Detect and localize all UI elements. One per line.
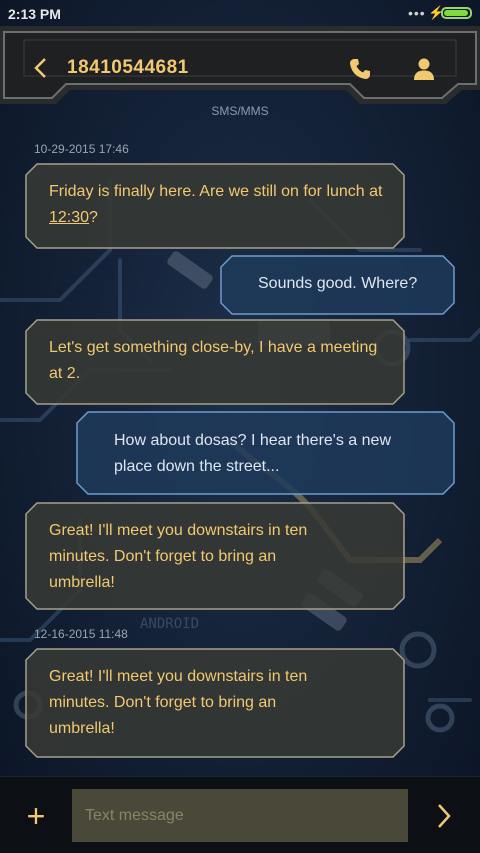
composer-bar: + [0, 776, 480, 853]
phone-icon[interactable] [346, 55, 374, 83]
person-icon[interactable] [410, 55, 438, 83]
message-text: Friday is finally here. Are we still on … [25, 163, 405, 231]
message-bubble-incoming[interactable]: Friday is finally here. Are we still on … [25, 163, 405, 249]
message-bubble-incoming[interactable]: Great! I'll meet you downstairs in ten m… [25, 502, 405, 610]
message-bubble-incoming[interactable]: Great! I'll meet you downstairs in ten m… [25, 648, 405, 758]
time-link[interactable]: 12:30 [49, 209, 89, 226]
message-bubble-incoming[interactable]: Let's get something close-by, I have a m… [25, 319, 405, 405]
battery-level [444, 10, 469, 16]
message-text-part: Friday is finally here. Are we still on … [49, 183, 383, 200]
status-time: 2:13 PM [8, 6, 61, 22]
message-bubble-outgoing[interactable]: Sounds good. Where? [220, 255, 455, 315]
message-text: Great! I'll meet you downstairs in ten m… [49, 522, 308, 591]
message-bubble-outgoing[interactable]: How about dosas? I hear there's a new pl… [76, 411, 455, 495]
message-text: Sounds good. Where? [258, 275, 418, 292]
chevron-right-icon[interactable] [428, 798, 460, 834]
channel-label: SMS/MMS [211, 104, 269, 118]
conversation-header: 18410544681 [0, 26, 480, 106]
battery-icon [441, 7, 472, 19]
signal-dots: ••• [408, 5, 426, 21]
message-text-part: ? [89, 209, 98, 226]
contact-title: 18410544681 [67, 57, 189, 78]
svg-text:ANDROID: ANDROID [140, 616, 199, 632]
message-text: Great! I'll meet you downstairs in ten m… [49, 668, 308, 737]
message-text: Let's get something close-by, I have a m… [49, 339, 378, 382]
conversation-screen: ANDROID 2:13 PM ••• ⚡ 18410544681 SMS/MM… [0, 0, 480, 853]
timestamp: 10-29-2015 17:46 [34, 142, 129, 156]
message-input[interactable] [72, 789, 408, 842]
chevron-left-icon[interactable] [26, 53, 56, 83]
timestamp: 12-16-2015 11:48 [34, 627, 128, 641]
plus-icon[interactable]: + [18, 798, 54, 834]
message-text: How about dosas? I hear there's a new pl… [114, 432, 391, 475]
status-bar: 2:13 PM ••• ⚡ [0, 0, 480, 26]
